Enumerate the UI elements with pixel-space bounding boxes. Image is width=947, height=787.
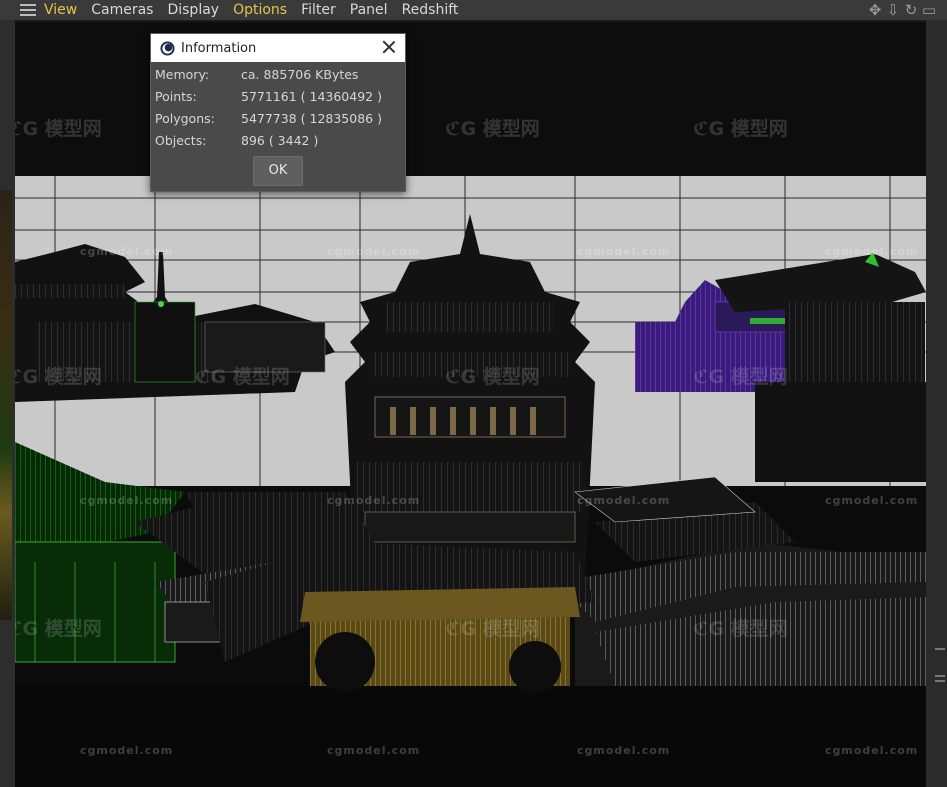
watermark: cgmodel.com <box>327 245 421 258</box>
info-value: 5771161 ( 14360492 ) <box>241 89 382 104</box>
watermark: ℭG 模型网 <box>693 366 788 388</box>
watermark: ℭG 模型网 <box>693 118 788 140</box>
view-navigation-icons: ✥ ⇩ ↻ ▭ <box>867 1 937 19</box>
right-panel-edge <box>926 20 947 787</box>
dialog-title: Information <box>181 40 257 56</box>
watermark: cgmodel.com <box>80 245 174 258</box>
watermark: cgmodel.com <box>327 494 421 507</box>
menu-cameras[interactable]: Cameras <box>91 0 153 20</box>
menu-display[interactable]: Display <box>167 0 219 20</box>
panel-tick <box>935 675 945 677</box>
viewport-menubar: View Cameras Display Options Filter Pane… <box>0 0 947 20</box>
watermark: ℭG 模型网 <box>445 366 540 388</box>
watermark: ℭG 模型网 <box>195 366 290 388</box>
menu-options[interactable]: Options <box>233 0 287 20</box>
cinema4d-app-icon <box>160 40 175 56</box>
watermark: ℭG 模型网 <box>15 366 102 388</box>
close-icon[interactable] <box>382 40 396 54</box>
info-value: 896 ( 3442 ) <box>241 133 319 148</box>
watermark: cgmodel.com <box>80 494 174 507</box>
left-panel-thumbnail <box>0 190 12 620</box>
watermark: ℭG 模型网 <box>445 118 540 140</box>
info-label: Points: <box>155 89 197 104</box>
info-label: Memory: <box>155 67 210 82</box>
watermark: cgmodel.com <box>577 494 671 507</box>
ok-button[interactable]: OK <box>253 156 303 186</box>
watermark: ℭG 模型网 <box>693 618 788 640</box>
info-value: 5477738 ( 12835086 ) <box>241 111 382 126</box>
hamburger-menu-icon[interactable] <box>20 4 36 16</box>
info-label: Polygons: <box>155 111 215 126</box>
panel-tick <box>935 680 945 682</box>
rotate-view-icon[interactable]: ↻ <box>903 1 919 19</box>
information-dialog: Information Memory: ca. 885706 KBytes Po… <box>150 33 406 192</box>
dialog-titlebar[interactable]: Information <box>151 34 405 62</box>
menu-redshift[interactable]: Redshift <box>402 0 459 20</box>
watermark: cgmodel.com <box>825 245 919 258</box>
info-value: ca. 885706 KBytes <box>241 67 359 82</box>
watermark: cgmodel.com <box>825 744 919 757</box>
watermark: cgmodel.com <box>825 494 919 507</box>
move-view-icon[interactable]: ✥ <box>867 1 883 19</box>
menu-panel[interactable]: Panel <box>350 0 388 20</box>
panel-tick <box>935 648 945 650</box>
switch-view-icon[interactable]: ▭ <box>921 1 937 19</box>
menu-filter[interactable]: Filter <box>301 0 336 20</box>
watermark: ℭG 模型网 <box>15 618 102 640</box>
watermark: ℭG 模型网 <box>445 618 540 640</box>
watermark: cgmodel.com <box>577 744 671 757</box>
info-label: Objects: <box>155 133 207 148</box>
watermark: ℭG 模型网 <box>15 118 102 140</box>
dolly-view-icon[interactable]: ⇩ <box>885 1 901 19</box>
watermark: cgmodel.com <box>577 245 671 258</box>
menu-view[interactable]: View <box>44 0 77 20</box>
watermark: cgmodel.com <box>327 744 421 757</box>
watermark: cgmodel.com <box>80 744 174 757</box>
